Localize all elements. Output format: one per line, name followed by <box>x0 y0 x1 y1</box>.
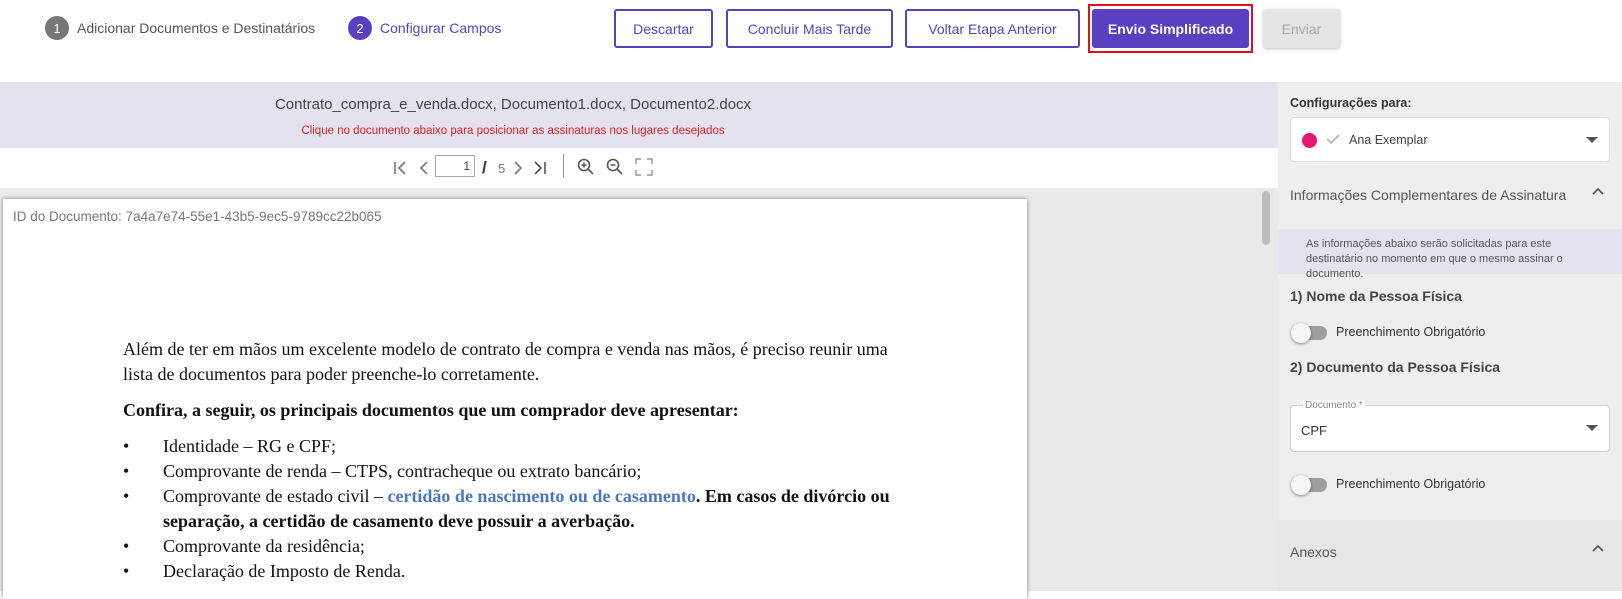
signer-name: Ana Exemplar <box>1349 133 1428 147</box>
document-files-title: Contrato_compra_e_venda.docx, Documento1… <box>274 96 752 113</box>
attachments-title: Anexos <box>1290 544 1337 560</box>
toggle-knob <box>1291 323 1311 343</box>
page-number-input[interactable] <box>435 155 475 177</box>
toggle-knob <box>1291 475 1311 495</box>
document-type-select[interactable]: CPF <box>1290 405 1610 452</box>
first-page-icon[interactable] <box>392 160 408 176</box>
list-item: Declaração de Imposto de Renda. <box>123 559 903 584</box>
simplified-send-button[interactable]: Envio Simplificado <box>1092 9 1249 48</box>
info-text: As informações abaixo serão solicitadas … <box>1278 229 1622 280</box>
viewer-scrollbar[interactable] <box>1262 191 1270 245</box>
prev-page-icon[interactable] <box>417 160 431 176</box>
field2-title: 2) Documento da Pessoa Física <box>1290 359 1501 375</box>
chevron-down-icon <box>1586 137 1598 143</box>
last-page-icon[interactable] <box>532 160 548 176</box>
document-content: Além de ter em mãos um excelente modelo … <box>123 337 903 584</box>
step-add-documents[interactable]: 1 Adicionar Documentos e Destinatários <box>45 16 315 40</box>
check-icon <box>1326 134 1340 145</box>
config-for-label: Configurações para: <box>1290 96 1412 110</box>
document-viewer[interactable]: ID do Documento: 7a4a7e74-55e1-43b5-9ec5… <box>0 188 1278 599</box>
list-item: Identidade – RG e CPF; <box>123 434 903 459</box>
step-number-2: 2 <box>348 16 372 40</box>
document-header: Contrato_compra_e_venda.docx, Documento1… <box>0 82 1278 148</box>
page-separator: / <box>482 158 487 177</box>
step-label-1: Adicionar Documentos e Destinatários <box>77 20 316 36</box>
certificate-link[interactable]: certidão de nascimento ou de casamento <box>387 486 695 506</box>
previous-step-button[interactable]: Voltar Etapa Anterior <box>905 9 1080 48</box>
finish-later-button[interactable]: Concluir Mais Tarde <box>726 9 893 48</box>
paragraph-heading: Confira, a seguir, os principais documen… <box>123 400 739 420</box>
zoom-out-icon[interactable] <box>606 158 624 176</box>
fullscreen-icon[interactable] <box>635 158 653 176</box>
signer-select[interactable]: Ana Exemplar <box>1290 117 1610 162</box>
page-toolbar: / 5 <box>0 148 1278 188</box>
zoom-in-icon[interactable] <box>577 158 595 176</box>
complementary-info-title: Informações Complementares de Assinatura <box>1290 187 1567 203</box>
document-hint: Clique no documento abaixo para posicion… <box>301 125 725 137</box>
attachments-section[interactable]: Anexos <box>1278 520 1622 591</box>
document-list: Identidade – RG e CPF; Comprovante de re… <box>123 434 903 584</box>
paragraph-intro: Além de ter em mãos um excelente modelo … <box>123 339 888 384</box>
document-type-value: CPF <box>1301 423 1327 438</box>
list-item: Comprovante da residência; <box>123 534 903 559</box>
send-button[interactable]: Enviar <box>1263 9 1340 48</box>
page-total: 5 <box>498 161 506 176</box>
discard-button[interactable]: Descartar <box>614 9 713 48</box>
list-item: Comprovante de renda – CTPS, contrachequ… <box>123 459 903 484</box>
field2-toggle-label: Preenchimento Obrigatório <box>1336 477 1486 491</box>
document-page[interactable]: ID do Documento: 7a4a7e74-55e1-43b5-9ec5… <box>3 199 1027 599</box>
step-configure-fields[interactable]: 2 Configurar Campos <box>348 16 501 40</box>
signer-color-dot <box>1302 133 1317 148</box>
chevron-up-icon <box>1592 544 1604 552</box>
list-item-text: Comprovante de estado civil – <box>163 486 388 506</box>
field1-title: 1) Nome da Pessoa Física <box>1290 288 1462 304</box>
field1-required-toggle[interactable] <box>1291 323 1327 343</box>
document-id: ID do Documento: 7a4a7e74-55e1-43b5-9ec5… <box>13 209 382 224</box>
document-type-label: Documento * <box>1303 400 1365 411</box>
complementary-info-section[interactable]: Informações Complementares de Assinatura <box>1278 165 1622 229</box>
top-bar: 1 Adicionar Documentos e Destinatários 2… <box>0 0 1622 82</box>
step-label-2: Configurar Campos <box>380 20 502 36</box>
toolbar-divider <box>563 154 564 178</box>
step-number-1: 1 <box>45 16 69 40</box>
chevron-up-icon <box>1592 187 1604 195</box>
field1-toggle-label: Preenchimento Obrigatório <box>1336 325 1486 339</box>
field2-required-toggle[interactable] <box>1291 475 1327 495</box>
next-page-icon[interactable] <box>511 160 525 176</box>
list-item: Comprovante de estado civil – certidão d… <box>123 484 903 534</box>
chevron-down-icon <box>1586 425 1598 431</box>
